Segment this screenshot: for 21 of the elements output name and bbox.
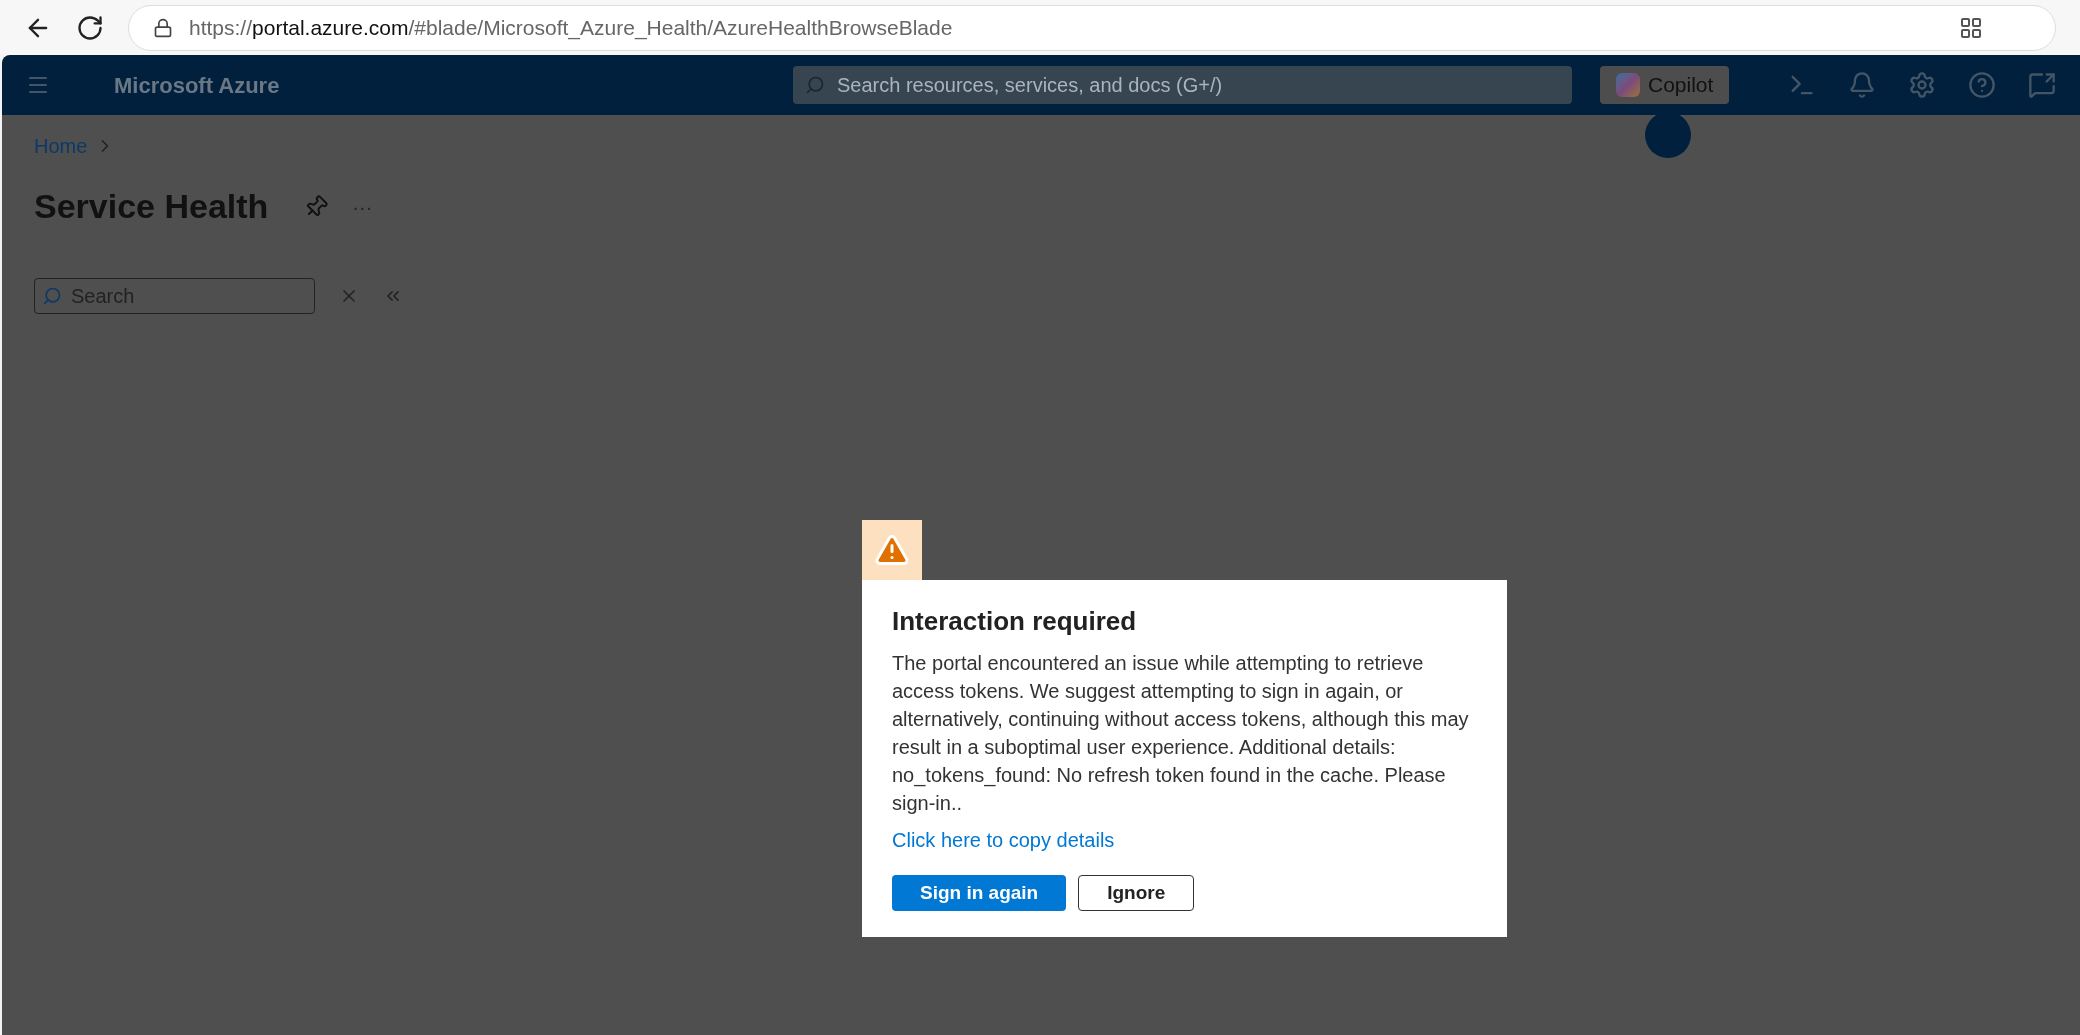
brand-name: Microsoft Azure — [114, 71, 280, 100]
search-icon — [805, 75, 825, 95]
url-text: https://portal.azure.com/#blade/Microsoft_Azure_Health/AzureHealthBrowseBlade — [189, 14, 953, 42]
split-screen-icon[interactable] — [1959, 15, 1983, 40]
feedback-icon[interactable] — [2028, 71, 2056, 99]
page-title: Service Health — [34, 186, 269, 227]
search-icon — [42, 286, 62, 306]
lock-icon — [153, 17, 173, 38]
dialog-title: Interaction required — [892, 605, 1138, 638]
settings-icon[interactable] — [1908, 71, 1936, 99]
help-icon[interactable] — [1968, 71, 1996, 99]
bell-icon[interactable] — [1848, 71, 1876, 99]
dialog-message: The portal encountered an issue while attempting to retrieve access tokens. We suggest attempting to sign in again, or alternatively, continuing without access tokens, although this may result in a suboptimal user experience. Additional details: no_tokens_found: No refresh token found in the cache. Please sign-in.. — [892, 651, 1470, 816]
copilot-icon — [1616, 73, 1640, 97]
copy-details-link[interactable]: Click here to copy details — [892, 825, 1115, 855]
ignore-button[interactable]: Ignore — [1078, 875, 1195, 911]
warning-icon — [874, 532, 910, 568]
reload-icon[interactable] — [76, 13, 104, 42]
sign-in-button[interactable]: Sign in again — [892, 875, 1067, 911]
global-search-field[interactable]: Search resources, services, and docs (G+/) — [793, 66, 1572, 104]
address-bar[interactable]: https://portal.azure.com/#blade/Microsoft_Azure_Health/AzureHealthBrowseBlade — [128, 4, 2056, 51]
